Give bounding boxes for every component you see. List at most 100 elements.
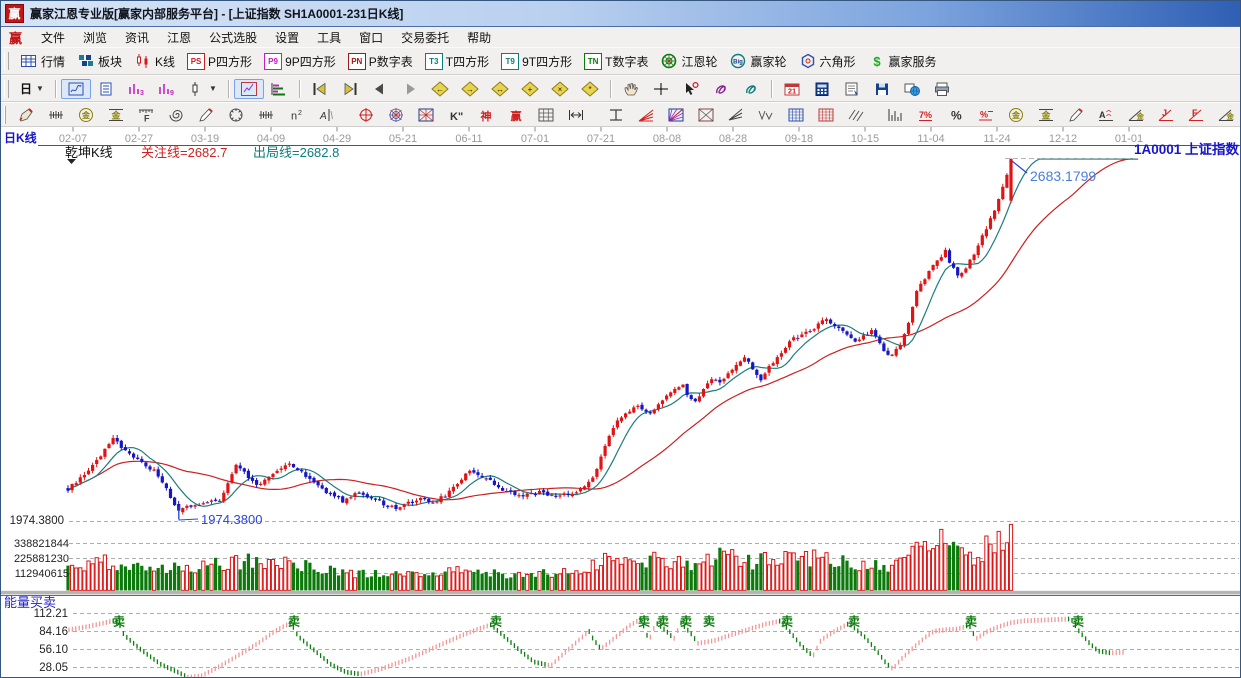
menu-item-2[interactable]: 资讯 — [116, 27, 158, 48]
net-browser-tool-button[interactable] — [897, 79, 927, 99]
percent-tool-button[interactable]: % — [941, 105, 971, 125]
angle-lines-tool-button[interactable] — [721, 105, 751, 125]
print-tool-button[interactable] — [927, 79, 957, 99]
n-square-tool-button[interactable]: n2 — [281, 105, 311, 125]
menu-item-8[interactable]: 交易委托 — [392, 27, 458, 48]
mirror-line-tool-button[interactable]: A — [311, 105, 341, 125]
draw-pencil-button[interactable] — [11, 105, 41, 125]
bars-3-view-button[interactable]: 3 — [121, 79, 151, 99]
ribbon-purple-tool-button[interactable] — [706, 79, 736, 99]
menu-item-0[interactable]: 文件 — [32, 27, 74, 48]
gann-diamond-x-button[interactable]: × — [545, 79, 575, 99]
9p-square-button[interactable]: P99P四方形 — [258, 51, 342, 72]
menu-item-1[interactable]: 浏览 — [74, 27, 116, 48]
winner-service-button[interactable]: $赢家服务 — [862, 51, 943, 72]
marker-pencil-button[interactable] — [191, 105, 221, 125]
percent-7-tool-button[interactable]: 7% — [911, 105, 941, 125]
radial-web-tool-button[interactable] — [381, 105, 411, 125]
box-diagonal-tool-button[interactable] — [691, 105, 721, 125]
volume-profile-button[interactable] — [264, 79, 294, 99]
9t-square-button[interactable]: T99T四方形 — [495, 51, 578, 72]
p-square-button[interactable]: PSP四方形 — [181, 51, 258, 72]
crosshair-tool-button[interactable] — [646, 79, 676, 99]
grid-123-tool-button[interactable] — [531, 105, 561, 125]
fan-lines-tool-button[interactable] — [631, 105, 661, 125]
calendar-tool-button[interactable]: 21 — [777, 79, 807, 99]
wave-abc-tool-button[interactable]: A — [1091, 105, 1121, 125]
gann-diamond-right-button[interactable]: → — [455, 79, 485, 99]
price-bars-tool-button[interactable] — [881, 105, 911, 125]
fib-scale-button[interactable]: F — [131, 105, 161, 125]
parallel-lines-tool-button[interactable] — [841, 105, 871, 125]
save-tool-button[interactable] — [867, 79, 897, 99]
red-pen-tool-button[interactable] — [1061, 105, 1091, 125]
pattern-window-toggle-button[interactable] — [61, 79, 91, 99]
boxed-web-tool-button[interactable] — [411, 105, 441, 125]
grid-blue-tool-button[interactable] — [781, 105, 811, 125]
t-square-icon: T3 — [425, 53, 443, 70]
qiankun-kline-toggle-button[interactable] — [234, 79, 264, 99]
candle-style-button[interactable]: ▼ — [181, 79, 223, 99]
wave-v-tool-button[interactable] — [751, 105, 781, 125]
gold-angle-tool-button[interactable]: 金 — [1121, 105, 1151, 125]
spiral-tool-button[interactable] — [161, 105, 191, 125]
bar-span-tool-button[interactable] — [561, 105, 591, 125]
memo-tool-button[interactable] — [837, 79, 867, 99]
delete-cursor-tool-button[interactable] — [676, 79, 706, 99]
price-scale-button[interactable] — [251, 105, 281, 125]
gann-diamond-star-button[interactable]: * — [575, 79, 605, 99]
svg-text:金: 金 — [1226, 111, 1235, 121]
gold-circle-tool-button[interactable]: 金 — [1001, 105, 1031, 125]
menu-item-9[interactable]: 帮助 — [458, 27, 500, 48]
kline-mode-dropdown-icon[interactable] — [67, 159, 76, 164]
gann-diamond-h-button[interactable]: ↔ — [485, 79, 515, 99]
kline-button[interactable]: K线 — [128, 51, 181, 72]
shen-tool-button[interactable]: 神 — [471, 105, 501, 125]
t-number-table-button[interactable]: TNT数字表 — [578, 51, 654, 72]
target-cross-tool-button[interactable] — [351, 105, 381, 125]
grid-red-tool-button[interactable] — [811, 105, 841, 125]
pan-hand-tool-button[interactable] — [616, 79, 646, 99]
goto-first-bar-button[interactable] — [305, 79, 335, 99]
goto-last-bar-button[interactable] — [335, 79, 365, 99]
page-prev-button[interactable] — [365, 79, 395, 99]
sectors-button[interactable]: 板块 — [71, 51, 128, 72]
time-cycle-button[interactable] — [221, 105, 251, 125]
page-next-button[interactable] — [395, 79, 425, 99]
hexagon-button[interactable]: 六角形 — [793, 51, 862, 72]
window-titlebar[interactable]: 赢 赢家江恩专业版[赢家内部服务平台] - [上证指数 SH1A0001-231… — [1, 1, 1240, 27]
gann-scale-button[interactable] — [41, 105, 71, 125]
t-number-table-label: T数字表 — [605, 53, 648, 70]
menu-item-4[interactable]: 公式选股 — [200, 27, 266, 48]
gann-diamond-left-button[interactable]: ← — [425, 79, 455, 99]
menu-logo-icon[interactable]: 赢 — [9, 28, 22, 47]
menu-item-7[interactable]: 窗口 — [350, 27, 392, 48]
gann-wheel-button[interactable]: 江恩轮 — [654, 51, 723, 72]
menu-item-6[interactable]: 工具 — [308, 27, 350, 48]
j-trend-tool-button[interactable]: J — [1151, 105, 1181, 125]
info-board-button[interactable] — [91, 79, 121, 99]
ribbon-teal-tool-button[interactable] — [736, 79, 766, 99]
bars-9-view-button[interactable]: 9 — [151, 79, 181, 99]
f-trend-tool-button[interactable]: F — [1181, 105, 1211, 125]
k-quote-tool-button[interactable]: K" — [441, 105, 471, 125]
gold-ratio-lines-1-button[interactable]: 金 — [101, 105, 131, 125]
quotes-button[interactable]: 行情 — [14, 51, 71, 72]
main-chart-area[interactable]: 02-0702-2703-1904-0904-2905-2106-1107-01… — [1, 127, 1241, 678]
gann-frame-tool-button[interactable] — [601, 105, 631, 125]
gann-diamond-plus-button[interactable]: + — [515, 79, 545, 99]
calculator-tool-button[interactable] — [807, 79, 837, 99]
gold-ratio-circle-1-button[interactable]: 金 — [71, 105, 101, 125]
winner-wheel-button[interactable]: Big赢家轮 — [723, 51, 792, 72]
p-number-table-button[interactable]: PNP数字表 — [342, 51, 419, 72]
t-square-button[interactable]: T3T四方形 — [419, 51, 495, 72]
ying-tool-button[interactable]: 赢 — [501, 105, 531, 125]
fan-box-tool-button[interactable] — [661, 105, 691, 125]
gold-trend-tool-button[interactable]: 金 — [1211, 105, 1241, 125]
period-day-selector-button[interactable]: 日▼ — [14, 81, 50, 97]
percent-retrace-tool-button[interactable]: % — [971, 105, 1001, 125]
menu-item-3[interactable]: 江恩 — [158, 27, 200, 48]
menu-item-5[interactable]: 设置 — [266, 27, 308, 48]
gold-section-tool-button[interactable]: 金 — [1031, 105, 1061, 125]
kline-chart-svg[interactable]: 02-0702-2703-1904-0904-2905-2106-1107-01… — [1, 127, 1241, 678]
